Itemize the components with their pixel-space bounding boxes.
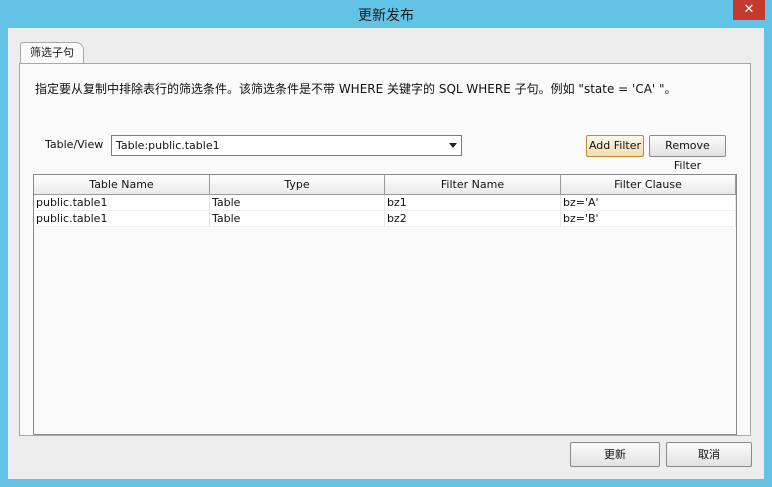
chevron-down-icon: [449, 143, 457, 148]
table-row[interactable]: public.table1 Table bz2 bz='B': [34, 211, 736, 227]
remove-filter-button[interactable]: Remove Filter: [649, 135, 726, 172]
table-empty-area: [34, 227, 736, 434]
table-row[interactable]: public.table1 Table bz1 bz='A': [34, 195, 736, 211]
cell-filter-name: bz2: [385, 211, 561, 227]
column-header-table-name[interactable]: Table Name: [34, 175, 210, 195]
window-title: 更新发布: [358, 8, 414, 24]
tab-filter-clause[interactable]: 筛选子句: [20, 42, 84, 64]
description-text: 指定要从复制中排除表行的筛选条件。该筛选条件是不带 WHERE 关键字的 SQL…: [35, 82, 677, 96]
cell-type: Table: [210, 211, 385, 227]
table-header: Table Name Type Filter Name Filter Claus…: [34, 175, 736, 195]
cancel-button[interactable]: 取消: [666, 442, 752, 467]
cell-filter-name: bz1: [385, 195, 561, 211]
add-filter-button[interactable]: Add Filter: [586, 135, 644, 157]
cell-table-name: public.table1: [34, 211, 210, 227]
title-bar: 更新发布 ✕: [0, 0, 772, 28]
table-view-selected-value: Table:public.table1: [116, 139, 220, 152]
cell-type: Table: [210, 195, 385, 211]
cell-filter-clause: bz='A': [561, 195, 736, 211]
table-view-label: Table/View: [45, 138, 104, 151]
column-header-type[interactable]: Type: [210, 175, 385, 195]
cell-filter-clause: bz='B': [561, 211, 736, 227]
filter-table[interactable]: Table Name Type Filter Name Filter Claus…: [33, 174, 737, 435]
column-header-filter-clause[interactable]: Filter Clause: [561, 175, 736, 195]
table-view-select[interactable]: Table:public.table1: [111, 135, 462, 156]
cell-table-name: public.table1: [34, 195, 210, 211]
update-button[interactable]: 更新: [570, 442, 660, 467]
column-header-filter-name[interactable]: Filter Name: [385, 175, 561, 195]
close-icon[interactable]: ✕: [733, 0, 765, 20]
